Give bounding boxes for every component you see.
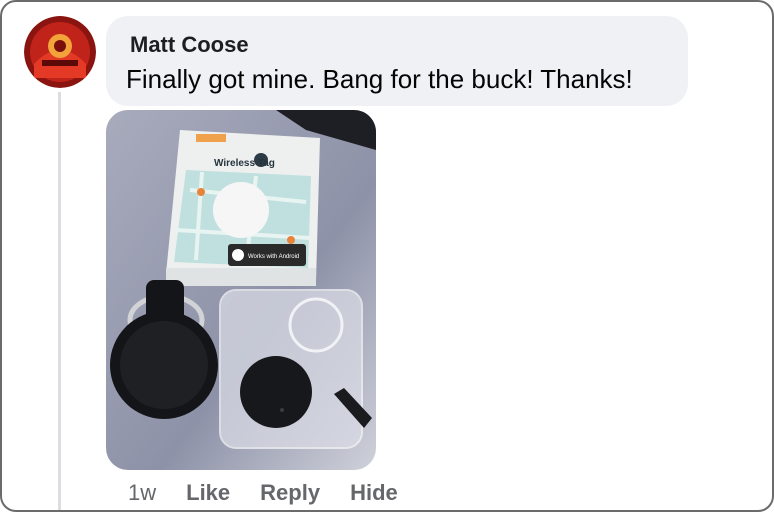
thread-line — [58, 92, 61, 510]
android-badge: Works with Android — [248, 254, 299, 260]
avatar[interactable] — [24, 16, 96, 88]
box-title: Wireless Tag — [214, 158, 275, 169]
profile-avatar-icon — [24, 16, 96, 88]
comment-timestamp[interactable]: 1w — [128, 480, 156, 506]
comment-photo[interactable]: Wireless Tag Works with Android — [106, 110, 376, 470]
comment-actions: 1w Like Reply Hide — [128, 480, 428, 506]
reply-button[interactable]: Reply — [260, 480, 320, 506]
comment-author[interactable]: Matt Coose — [130, 32, 249, 58]
photo-image: Wireless Tag Works with Android — [106, 110, 376, 470]
comment-card: Matt Coose Finally got mine. Bang for th… — [0, 0, 774, 512]
comment-bubble: Matt Coose Finally got mine. Bang for th… — [106, 16, 688, 106]
comment-text: Finally got mine. Bang for the buck! Tha… — [126, 64, 633, 94]
hide-button[interactable]: Hide — [350, 480, 398, 506]
like-button[interactable]: Like — [186, 480, 230, 506]
